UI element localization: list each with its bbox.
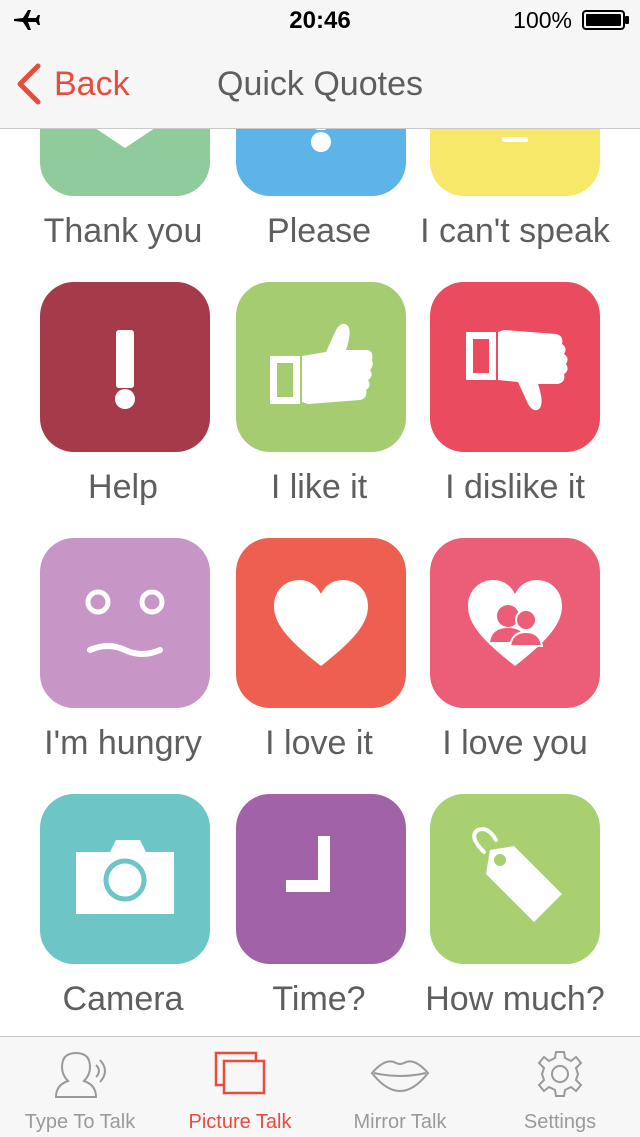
price-tag-icon	[472, 827, 562, 922]
tile-label: I love it	[265, 724, 373, 762]
back-label: Back	[54, 64, 130, 103]
chevron-left-icon	[17, 63, 41, 105]
tile-help[interactable]	[40, 282, 210, 452]
tile-label: I can't speak	[420, 212, 610, 250]
tab-bar: Type To Talk Picture Talk Mirror Talk Se…	[0, 1036, 640, 1137]
tile-label: Help	[88, 468, 158, 506]
thumbs-up-icon	[270, 323, 373, 404]
camera-icon	[76, 840, 174, 914]
tile-like-it[interactable]	[236, 282, 406, 452]
battery-percentage: 100%	[513, 7, 572, 33]
tile-camera[interactable]	[40, 794, 210, 964]
status-bar: 20:46 100%	[0, 0, 640, 40]
heart-couple-icon	[468, 580, 562, 666]
speaking-head-icon	[54, 1051, 106, 1098]
tile-label: I'm hungry	[44, 724, 202, 762]
lips-icon	[370, 1060, 430, 1093]
gear-icon	[537, 1051, 583, 1097]
tile-label: How much?	[425, 980, 605, 1018]
pictures-icon	[214, 1051, 266, 1095]
tile-time[interactable]	[236, 794, 406, 964]
tab-label: Picture Talk	[188, 1111, 292, 1133]
tile-dislike-it[interactable]	[430, 282, 600, 452]
tile-love-you[interactable]	[430, 538, 600, 708]
tab-picture-talk[interactable]: Picture Talk	[160, 1037, 320, 1137]
tile-label: I love you	[442, 724, 588, 762]
tile-label: Camera	[62, 980, 184, 1018]
quote-grid: Thank you Please I can't speak Help I li…	[0, 0, 640, 1036]
tab-mirror-talk[interactable]: Mirror Talk	[320, 1037, 480, 1137]
clock-icon	[286, 836, 330, 892]
tab-label: Type To Talk	[24, 1111, 136, 1133]
tab-label: Settings	[523, 1111, 597, 1133]
nav-bar: Back Quick Quotes	[0, 40, 640, 129]
heart-icon	[274, 580, 368, 666]
tile-label: Please	[267, 212, 371, 250]
tab-label: Mirror Talk	[353, 1111, 447, 1133]
battery-icon	[582, 10, 629, 30]
tile-how-much[interactable]	[430, 794, 600, 964]
tile-label: I like it	[270, 468, 368, 506]
tab-settings[interactable]: Settings	[480, 1037, 640, 1137]
tile-label: Thank you	[43, 212, 203, 250]
tile-label: I dislike it	[445, 468, 585, 506]
tile-love-it[interactable]	[236, 538, 406, 708]
exclamation-icon	[115, 330, 135, 409]
tab-type-to-talk[interactable]: Type To Talk	[0, 1037, 160, 1137]
tile-label: Time?	[272, 980, 366, 1018]
back-button[interactable]: Back	[14, 60, 130, 108]
tile-hungry[interactable]	[40, 538, 210, 708]
wavy-face-icon	[85, 589, 165, 657]
thumbs-down-icon	[466, 330, 568, 411]
